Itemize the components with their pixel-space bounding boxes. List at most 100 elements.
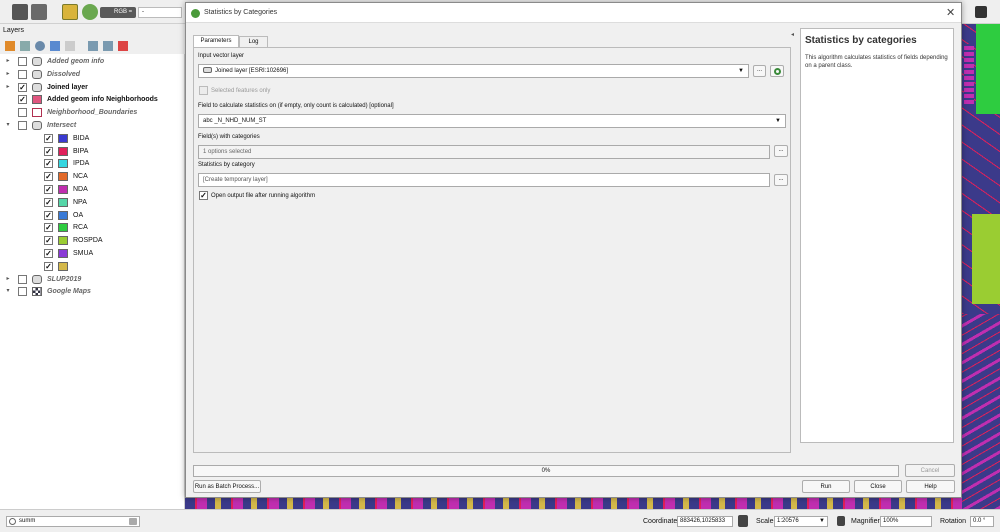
layer-label: NDA — [73, 186, 88, 193]
close-icon[interactable]: ✕ — [946, 6, 955, 19]
field-select[interactable]: abc _N_NHD_NUM_ST ▼ — [198, 114, 786, 128]
selected-features-checkbox[interactable] — [199, 86, 208, 95]
scale-value: 1:20576 — [777, 518, 799, 524]
filter-expression-icon[interactable] — [65, 41, 75, 51]
statistics-icon[interactable] — [31, 4, 47, 20]
layer-visibility-checkbox[interactable] — [18, 69, 27, 79]
collapse-arrow-icon[interactable]: ▾ — [4, 285, 12, 298]
map-canvas-bottom[interactable] — [185, 498, 962, 509]
input-layer-browse-button[interactable]: ... — [753, 65, 766, 77]
categories-browse-button[interactable]: ... — [774, 145, 788, 157]
layer-visibility-checkbox[interactable]: ✓ — [44, 146, 53, 156]
layer-visibility-checkbox[interactable]: ✓ — [44, 185, 53, 194]
layer-label: Intersect — [47, 122, 77, 129]
layer-visibility-checkbox[interactable] — [18, 287, 27, 297]
output-field[interactable]: [Create temporary layer] — [198, 173, 770, 187]
layer-item[interactable]: ✓ NPA — [0, 196, 185, 209]
layer-visibility-checkbox[interactable]: ✓ — [44, 223, 53, 233]
status-bar: summ Coordinate 883426,1025833 Scale 1:2… — [0, 509, 1000, 532]
layer-item[interactable]: ✓ Added geom info Neighborhoods — [0, 93, 185, 106]
collapse-help-icon[interactable]: ◂ — [791, 31, 794, 38]
layer-label: Dissolved — [47, 70, 81, 78]
layer-visibility-checkbox[interactable]: ✓ — [44, 261, 53, 271]
help-title: Statistics by categories — [805, 35, 917, 46]
toggle-extents-icon[interactable] — [738, 515, 748, 527]
style-icon[interactable] — [5, 41, 15, 51]
collapse-all-icon[interactable] — [103, 41, 113, 51]
filter-icon[interactable] — [50, 41, 60, 51]
layer-item[interactable]: ✓ NCA — [0, 170, 185, 183]
expand-all-icon[interactable] — [88, 41, 98, 51]
expand-arrow-icon[interactable]: ▸ — [4, 68, 12, 81]
input-layer-select[interactable]: Joined layer [ESRI:102696] ▼ — [198, 64, 749, 78]
layer-item[interactable]: ▸ Dissolved — [0, 68, 185, 81]
iterate-button[interactable] — [770, 65, 784, 77]
remove-layer-icon[interactable] — [118, 41, 128, 51]
layer-visibility-checkbox[interactable]: ✓ — [44, 249, 53, 258]
open-output-checkbox[interactable]: ✓ — [199, 191, 208, 200]
lock-icon[interactable] — [837, 516, 845, 526]
layer-item[interactable]: ▸ SLUP2019 — [0, 273, 185, 286]
processing-icon[interactable] — [12, 4, 28, 20]
collapse-arrow-icon[interactable]: ▾ — [4, 119, 12, 132]
map-tips-icon[interactable] — [62, 4, 78, 20]
layer-item[interactable]: ▸ ✓ Joined layer — [0, 81, 185, 94]
search-icon — [9, 518, 16, 525]
clear-icon[interactable] — [129, 518, 137, 525]
layout-icon[interactable] — [975, 6, 987, 18]
layer-item[interactable]: Neighborhood_Boundaries — [0, 106, 185, 119]
coordinate-field[interactable]: 883426,1025833 — [677, 516, 733, 527]
qgis-logo-icon — [191, 9, 200, 18]
scale-select[interactable]: 1:20576 ▼ — [774, 516, 828, 527]
output-browse-button[interactable]: ... — [774, 174, 788, 186]
layer-visibility-checkbox[interactable]: ✓ — [18, 82, 27, 92]
layer-visibility-checkbox[interactable]: ✓ — [44, 210, 53, 220]
layer-item[interactable]: ✓ NDA — [0, 183, 185, 196]
rotation-field[interactable]: 0.0 ° — [970, 516, 994, 527]
symbol-swatch-icon — [58, 133, 68, 143]
expand-arrow-icon[interactable]: ▸ — [4, 273, 12, 286]
layer-item[interactable]: ✓ OA — [0, 209, 185, 222]
cancel-button[interactable]: Cancel — [905, 464, 955, 477]
batch-process-button[interactable]: Run as Batch Process... — [193, 480, 261, 493]
layer-visibility-checkbox[interactable]: ✓ — [44, 172, 53, 182]
categories-field[interactable]: 1 options selected — [198, 145, 770, 159]
layer-item[interactable]: ✓ — [0, 260, 185, 273]
identify-icon[interactable] — [82, 4, 98, 20]
help-body: This algorithm calculates statistics of … — [805, 55, 948, 69]
visibility-icon[interactable] — [35, 41, 45, 51]
layer-item[interactable]: ✓ BIPA — [0, 145, 185, 158]
layer-item[interactable]: ✓ ROSPDA — [0, 234, 185, 247]
layer-visibility-checkbox[interactable] — [18, 121, 27, 130]
layer-visibility-checkbox[interactable]: ✓ — [18, 95, 27, 105]
layer-visibility-checkbox[interactable] — [18, 108, 27, 118]
symbol-swatch-icon — [32, 108, 42, 118]
symbol-swatch-icon — [58, 197, 68, 207]
map-canvas-right[interactable] — [962, 24, 1000, 509]
layer-item[interactable]: ✓ IPDA — [0, 157, 185, 170]
expand-arrow-icon[interactable] — [4, 93, 12, 106]
rgb-value-field[interactable]: - — [138, 7, 182, 18]
run-button[interactable]: Run — [802, 480, 850, 493]
expand-arrow-icon[interactable] — [4, 106, 12, 119]
symbol-swatch-icon — [32, 95, 42, 105]
layer-item[interactable]: ✓ BIDA — [0, 132, 185, 145]
help-button[interactable]: Help — [906, 480, 955, 493]
layer-item[interactable]: ✓ SMUA — [0, 247, 185, 260]
close-button[interactable]: Close — [854, 480, 902, 493]
layer-item[interactable]: ✓ RCA — [0, 221, 185, 234]
magnifier-field[interactable]: 100% — [880, 516, 932, 527]
locator-search-input[interactable]: summ — [6, 516, 140, 527]
add-group-icon[interactable] — [20, 41, 30, 51]
layer-item[interactable]: ▸ Added geom info — [0, 55, 185, 68]
layer-visibility-checkbox[interactable]: ✓ — [44, 236, 53, 246]
expand-arrow-icon[interactable]: ▸ — [4, 81, 12, 94]
layer-visibility-checkbox[interactable] — [18, 274, 27, 284]
layer-visibility-checkbox[interactable]: ✓ — [44, 197, 53, 207]
layer-item[interactable]: ▾ Intersect — [0, 119, 185, 132]
layer-visibility-checkbox[interactable] — [18, 57, 27, 66]
layer-visibility-checkbox[interactable]: ✓ — [44, 159, 53, 169]
layer-visibility-checkbox[interactable]: ✓ — [44, 133, 53, 143]
expand-arrow-icon[interactable]: ▸ — [4, 55, 12, 68]
layer-item[interactable]: ▾ Google Maps — [0, 285, 185, 298]
